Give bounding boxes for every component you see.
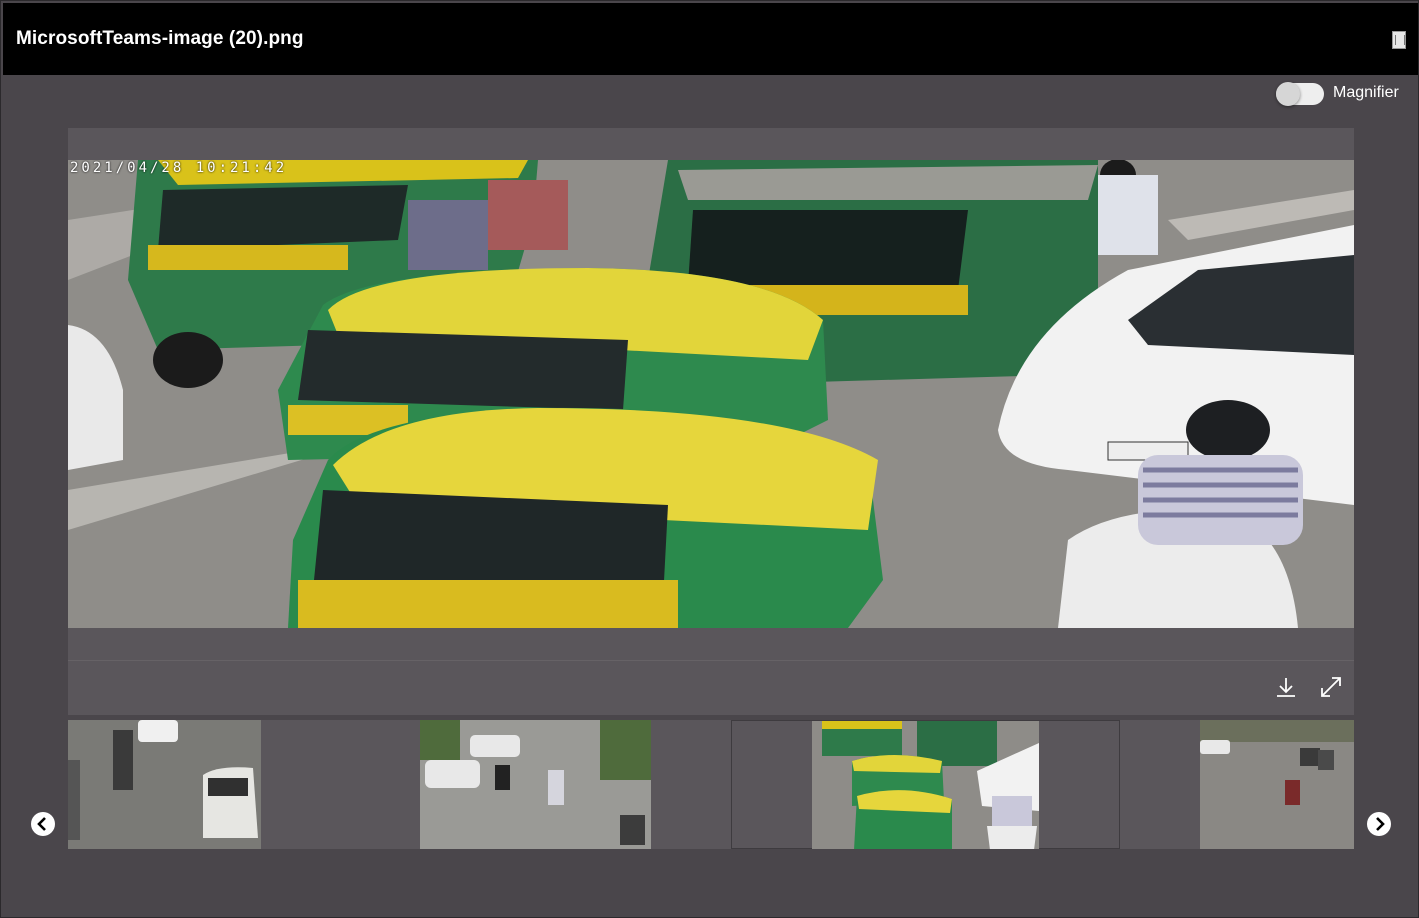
traffic-scene-image: [68, 160, 1354, 628]
title-bar: MicrosoftTeams-image (20).png: [3, 3, 1418, 75]
close-icon[interactable]: [1392, 31, 1406, 49]
expand-glyph: [1321, 677, 1341, 697]
download-glyph: [1277, 678, 1295, 697]
window-title: MicrosoftTeams-image (20).png: [16, 28, 304, 49]
thumbnail-slot[interactable]: [382, 720, 731, 849]
magnifier-label: Magnifier: [1333, 84, 1399, 101]
thumbnail-image: [812, 721, 1039, 849]
thumbnail-image: [68, 720, 261, 849]
main-image[interactable]: 2021/04/28 10:21:42: [68, 160, 1354, 628]
thumbnail-image: [420, 720, 651, 849]
thumbnail-slot[interactable]: [1120, 720, 1354, 849]
chevron-left-circle-icon[interactable]: [31, 812, 55, 836]
image-timestamp: 2021/04/28 10:21:42: [70, 160, 288, 176]
chevron-right-circle-icon[interactable]: [1367, 812, 1391, 836]
thumbnail-slot[interactable]: [68, 720, 382, 849]
thumbnail-image: [1200, 720, 1354, 849]
image-toolbar: [68, 660, 1354, 715]
thumbnail-slot-active[interactable]: [731, 720, 1120, 849]
magnifier-toggle[interactable]: [1276, 82, 1324, 106]
expand-icon[interactable]: [1319, 675, 1343, 699]
toggle-knob: [1276, 82, 1300, 106]
image-viewer-window: MicrosoftTeams-image (20).png Magnifier: [0, 0, 1419, 918]
download-icon[interactable]: [1274, 675, 1298, 699]
thumbnail-strip: [68, 720, 1354, 849]
